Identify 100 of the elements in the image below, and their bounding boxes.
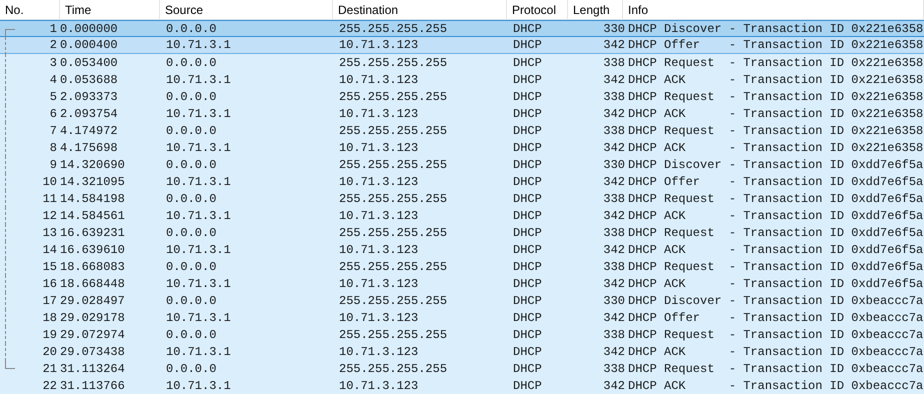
- packet-number: 5: [48, 88, 57, 106]
- table-cell-text: 0.0.0.0: [165, 292, 218, 310]
- packet-number: 15: [42, 258, 57, 276]
- table-cell-text: 0.0.0.0: [165, 122, 218, 140]
- table-cell-text: 18.668083: [60, 258, 126, 276]
- table-cell-text: DHCP: [512, 242, 543, 258]
- packet-row[interactable]: 10 14.321095 10.71.3.1 10.71.3.123 DHCP 342 DHCP Offer - Transaction ID 0xdd7e6f5a: [0, 173, 924, 190]
- table-cell-text: 342: [602, 208, 625, 224]
- table-cell-text: 342: [602, 72, 625, 88]
- table-cell-text: 10.71.3.1: [165, 344, 232, 360]
- table-cell-text: 0.0.0.0: [165, 224, 218, 242]
- table-cell-text: 255.255.255.255: [338, 156, 448, 174]
- table-cell-text: 0.0.0.0: [165, 88, 218, 106]
- table-cell-text: 10.71.3.123: [338, 344, 420, 360]
- table-cell-text: 342: [602, 140, 625, 156]
- table-cell-text: DHCP Request - Transaction ID 0x221e6358: [627, 54, 924, 72]
- table-cell-text: 29.072974: [60, 326, 126, 344]
- packet-number: 11: [42, 190, 57, 208]
- table-cell-text: 338: [602, 54, 625, 72]
- column-header[interactable]: Destination: [333, 0, 507, 19]
- packet-row[interactable]: 7 4.174972 0.0.0.0 255.255.255.255 DHCP 338 DHCP Request - Transaction ID 0x221e6358: [0, 122, 924, 139]
- packet-number: 18: [42, 310, 57, 326]
- table-cell-text: 10.71.3.1: [165, 378, 232, 394]
- table-cell-text: DHCP ACK - Transaction ID 0xdd7e6f5a: [627, 276, 924, 292]
- table-cell-text: 0.0.0.0: [165, 156, 218, 174]
- packet-row[interactable]: 15 18.668083 0.0.0.0 255.255.255.255 DHCP 338 DHCP Request - Transaction ID 0xdd7e6f5a: [0, 258, 924, 275]
- table-cell-text: DHCP Offer - Transaction ID 0xdd7e6f5a: [627, 174, 924, 190]
- table-cell-text: 255.255.255.255: [338, 88, 448, 106]
- table-cell-text: DHCP ACK - Transaction ID 0xdd7e6f5a: [627, 208, 924, 224]
- table-cell-text: DHCP: [512, 224, 543, 242]
- table-cell-text: DHCP: [512, 72, 543, 88]
- table-cell-text: 255.255.255.255: [338, 326, 448, 344]
- table-cell-text: 342: [602, 310, 625, 326]
- packet-row[interactable]: 3 0.053400 0.0.0.0 255.255.255.255 DHCP 338 DHCP Request - Transaction ID 0x221e6358: [0, 54, 924, 71]
- table-cell-text: DHCP Request - Transaction ID 0x221e6358: [627, 88, 924, 106]
- table-cell-text: 255.255.255.255: [338, 360, 448, 378]
- packet-row[interactable]: 16 18.668448 10.71.3.1 10.71.3.123 DHCP 342 DHCP ACK - Transaction ID 0xdd7e6f5a: [0, 275, 924, 292]
- table-cell-text: 10.71.3.123: [338, 174, 420, 190]
- packet-number: 7: [48, 122, 57, 140]
- packet-number: 13: [42, 224, 57, 242]
- table-cell-text: 10.71.3.1: [165, 72, 232, 88]
- packet-number: 16: [42, 276, 57, 292]
- table-cell-text: 330: [602, 292, 625, 310]
- packet-row[interactable]: 20 29.073438 10.71.3.1 10.71.3.123 DHCP 342 DHCP ACK - Transaction ID 0xbeaccc7a: [0, 343, 924, 360]
- packet-row[interactable]: 14 16.639610 10.71.3.1 10.71.3.123 DHCP 342 DHCP ACK - Transaction ID 0xdd7e6f5a: [0, 241, 924, 258]
- table-cell-text: DHCP: [512, 258, 543, 276]
- column-header[interactable]: Info: [623, 0, 924, 19]
- column-header[interactable]: Length: [568, 0, 623, 19]
- table-cell-text: 10.71.3.1: [165, 37, 232, 54]
- table-cell-text: DHCP: [512, 20, 543, 38]
- conversation-bracket-icon: [4, 28, 15, 38]
- packet-row[interactable]: 21 31.113264 0.0.0.0 255.255.255.255 DHCP 338 DHCP Request - Transaction ID 0xbeaccc7a: [0, 360, 924, 377]
- table-cell-text: DHCP: [512, 208, 543, 224]
- column-header[interactable]: Source: [160, 0, 333, 19]
- table-cell-text: DHCP: [512, 156, 543, 174]
- packet-number: 22: [42, 378, 57, 394]
- packet-row[interactable]: 8 4.175698 10.71.3.1 10.71.3.123 DHCP 342 DHCP ACK - Transaction ID 0x221e6358: [0, 139, 924, 156]
- column-header[interactable]: No.: [0, 0, 60, 19]
- packet-row[interactable]: 19 29.072974 0.0.0.0 255.255.255.255 DHCP 338 DHCP Request - Transaction ID 0xbeaccc7a: [0, 326, 924, 343]
- packet-number: 6: [48, 106, 57, 122]
- table-cell-text: 10.71.3.123: [338, 378, 420, 394]
- table-cell-text: DHCP ACK - Transaction ID 0xdd7e6f5a: [627, 242, 924, 258]
- packet-row[interactable]: 6 2.093754 10.71.3.1 10.71.3.123 DHCP 342 DHCP ACK - Transaction ID 0x221e6358: [0, 105, 924, 122]
- packet-row[interactable]: 4 0.053688 10.71.3.1 10.71.3.123 DHCP 342 DHCP ACK - Transaction ID 0x221e6358: [0, 71, 924, 88]
- table-cell-text: 255.255.255.255: [338, 20, 448, 38]
- table-cell-text: 342: [602, 242, 625, 258]
- column-header[interactable]: Time: [60, 0, 160, 19]
- table-cell-text: 10.71.3.1: [165, 310, 232, 326]
- table-cell-text: DHCP: [512, 88, 543, 106]
- table-cell-text: 14.584198: [60, 190, 126, 208]
- packet-row[interactable]: 5 2.093373 0.0.0.0 255.255.255.255 DHCP 338 DHCP Request - Transaction ID 0x221e6358: [0, 88, 924, 105]
- table-cell-text: DHCP Offer - Transaction ID 0x221e6358: [627, 37, 924, 54]
- packet-row[interactable]: 18 29.029178 10.71.3.1 10.71.3.123 DHCP 342 DHCP Offer - Transaction ID 0xbeaccc7a: [0, 309, 924, 326]
- table-cell-text: 0.000400: [60, 37, 119, 54]
- packet-row[interactable]: 1 0.000000 0.0.0.0 255.255.255.255 DHCP 330 DHCP Discover - Transaction ID 0x221e6358: [0, 20, 924, 37]
- column-header[interactable]: Protocol: [507, 0, 568, 19]
- packet-number: 20: [42, 344, 57, 360]
- table-cell-text: 338: [602, 122, 625, 140]
- table-cell-text: 342: [602, 378, 625, 394]
- table-cell-text: 255.255.255.255: [338, 54, 448, 72]
- table-cell-text: 10.71.3.1: [165, 106, 232, 122]
- table-cell-text: DHCP: [512, 378, 543, 394]
- packet-row[interactable]: 13 16.639231 0.0.0.0 255.255.255.255 DHCP 338 DHCP Request - Transaction ID 0xdd7e6f5a: [0, 224, 924, 241]
- table-cell-text: 0.000000: [60, 20, 119, 38]
- table-cell-text: 338: [602, 224, 625, 242]
- packet-row[interactable]: 12 14.584561 10.71.3.1 10.71.3.123 DHCP 342 DHCP ACK - Transaction ID 0xdd7e6f5a: [0, 207, 924, 224]
- table-cell-text: DHCP: [512, 360, 543, 378]
- packet-row[interactable]: 9 14.320690 0.0.0.0 255.255.255.255 DHCP 330 DHCP Discover - Transaction ID 0xdd7e6f5a: [0, 156, 924, 173]
- table-cell-text: 0.0.0.0: [165, 258, 218, 276]
- packet-number: 2: [48, 37, 57, 54]
- table-cell-text: 18.668448: [60, 276, 126, 292]
- table-cell-text: 338: [602, 88, 625, 106]
- table-cell-text: 16.639231: [60, 224, 126, 242]
- packet-row[interactable]: 2 0.000400 10.71.3.1 10.71.3.123 DHCP 342 DHCP Offer - Transaction ID 0x221e6358: [0, 37, 924, 54]
- packet-row[interactable]: 17 29.028497 0.0.0.0 255.255.255.255 DHCP 330 DHCP Discover - Transaction ID 0xbeaccc7a: [0, 292, 924, 309]
- table-cell-text: DHCP Offer - Transaction ID 0xbeaccc7a: [627, 310, 924, 326]
- table-cell-text: 342: [602, 37, 625, 54]
- packet-row[interactable]: 11 14.584198 0.0.0.0 255.255.255.255 DHCP 338 DHCP Request - Transaction ID 0xdd7e6f5a: [0, 190, 924, 207]
- packet-row[interactable]: 22 31.113766 10.71.3.1 10.71.3.123 DHCP 342 DHCP ACK - Transaction ID 0xbeaccc7a: [0, 377, 924, 394]
- table-cell-text: 255.255.255.255: [338, 292, 448, 310]
